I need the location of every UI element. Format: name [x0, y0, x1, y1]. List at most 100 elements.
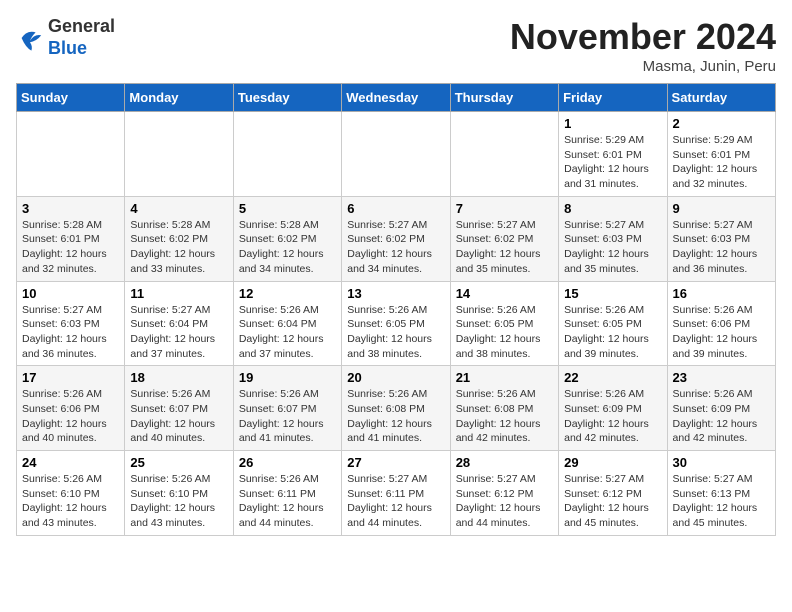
calendar-cell — [125, 112, 233, 197]
calendar-header-saturday: Saturday — [667, 84, 775, 112]
day-number: 22 — [564, 370, 661, 385]
day-number: 14 — [456, 286, 553, 301]
calendar-table: SundayMondayTuesdayWednesdayThursdayFrid… — [16, 83, 776, 536]
day-info: Sunrise: 5:27 AM Sunset: 6:04 PM Dayligh… — [130, 303, 227, 362]
day-number: 17 — [22, 370, 119, 385]
calendar-cell: 16 Sunrise: 5:26 AM Sunset: 6:06 PM Dayli… — [667, 281, 775, 366]
day-number: 8 — [564, 201, 661, 216]
day-number: 27 — [347, 455, 444, 470]
day-info: Sunrise: 5:26 AM Sunset: 6:08 PM Dayligh… — [347, 387, 444, 446]
calendar-header-tuesday: Tuesday — [233, 84, 341, 112]
day-info: Sunrise: 5:26 AM Sunset: 6:06 PM Dayligh… — [673, 303, 770, 362]
calendar-cell — [17, 112, 125, 197]
day-info: Sunrise: 5:26 AM Sunset: 6:05 PM Dayligh… — [347, 303, 444, 362]
day-number: 24 — [22, 455, 119, 470]
day-number: 3 — [22, 201, 119, 216]
day-info: Sunrise: 5:28 AM Sunset: 6:02 PM Dayligh… — [239, 218, 336, 277]
day-info: Sunrise: 5:26 AM Sunset: 6:05 PM Dayligh… — [564, 303, 661, 362]
day-number: 25 — [130, 455, 227, 470]
calendar-cell: 24 Sunrise: 5:26 AM Sunset: 6:10 PM Dayli… — [17, 451, 125, 536]
calendar-week-2: 10 Sunrise: 5:27 AM Sunset: 6:03 PM Dayli… — [17, 281, 776, 366]
day-info: Sunrise: 5:26 AM Sunset: 6:11 PM Dayligh… — [239, 472, 336, 531]
day-info: Sunrise: 5:26 AM Sunset: 6:10 PM Dayligh… — [22, 472, 119, 531]
calendar-cell: 26 Sunrise: 5:26 AM Sunset: 6:11 PM Dayli… — [233, 451, 341, 536]
calendar-cell: 23 Sunrise: 5:26 AM Sunset: 6:09 PM Dayli… — [667, 366, 775, 451]
calendar-week-1: 3 Sunrise: 5:28 AM Sunset: 6:01 PM Daylig… — [17, 196, 776, 281]
calendar-cell — [342, 112, 450, 197]
day-number: 9 — [673, 201, 770, 216]
calendar-cell: 20 Sunrise: 5:26 AM Sunset: 6:08 PM Dayli… — [342, 366, 450, 451]
calendar-cell: 14 Sunrise: 5:26 AM Sunset: 6:05 PM Dayli… — [450, 281, 558, 366]
calendar-cell: 13 Sunrise: 5:26 AM Sunset: 6:05 PM Dayli… — [342, 281, 450, 366]
day-info: Sunrise: 5:26 AM Sunset: 6:04 PM Dayligh… — [239, 303, 336, 362]
calendar-cell: 19 Sunrise: 5:26 AM Sunset: 6:07 PM Dayli… — [233, 366, 341, 451]
calendar-cell: 21 Sunrise: 5:26 AM Sunset: 6:08 PM Dayli… — [450, 366, 558, 451]
day-number: 26 — [239, 455, 336, 470]
calendar-cell: 5 Sunrise: 5:28 AM Sunset: 6:02 PM Daylig… — [233, 196, 341, 281]
calendar-header-monday: Monday — [125, 84, 233, 112]
calendar-cell: 22 Sunrise: 5:26 AM Sunset: 6:09 PM Dayli… — [559, 366, 667, 451]
day-info: Sunrise: 5:26 AM Sunset: 6:07 PM Dayligh… — [239, 387, 336, 446]
logo-general: General — [48, 16, 115, 38]
day-info: Sunrise: 5:26 AM Sunset: 6:08 PM Dayligh… — [456, 387, 553, 446]
logo-bird-icon — [16, 24, 44, 52]
day-number: 6 — [347, 201, 444, 216]
day-info: Sunrise: 5:27 AM Sunset: 6:03 PM Dayligh… — [673, 218, 770, 277]
day-info: Sunrise: 5:26 AM Sunset: 6:09 PM Dayligh… — [673, 387, 770, 446]
day-info: Sunrise: 5:27 AM Sunset: 6:12 PM Dayligh… — [456, 472, 553, 531]
calendar-body: 1Sunrise: 5:29 AM Sunset: 6:01 PM Daylig… — [17, 112, 776, 536]
calendar-header-thursday: Thursday — [450, 84, 558, 112]
day-number: 12 — [239, 286, 336, 301]
day-number: 13 — [347, 286, 444, 301]
day-info: Sunrise: 5:28 AM Sunset: 6:01 PM Dayligh… — [22, 218, 119, 277]
day-info: Sunrise: 5:26 AM Sunset: 6:10 PM Dayligh… — [130, 472, 227, 531]
day-info: Sunrise: 5:26 AM Sunset: 6:05 PM Dayligh… — [456, 303, 553, 362]
page-header: General Blue November 2024 Masma, Junin,… — [16, 16, 776, 75]
calendar-cell: 1Sunrise: 5:29 AM Sunset: 6:01 PM Daylig… — [559, 112, 667, 197]
location: Masma, Junin, Peru — [510, 58, 776, 75]
calendar-cell: 6 Sunrise: 5:27 AM Sunset: 6:02 PM Daylig… — [342, 196, 450, 281]
month-title: November 2024 — [510, 16, 776, 58]
calendar-cell: 17 Sunrise: 5:26 AM Sunset: 6:06 PM Dayli… — [17, 366, 125, 451]
calendar-cell: 15 Sunrise: 5:26 AM Sunset: 6:05 PM Dayli… — [559, 281, 667, 366]
day-info: Sunrise: 5:29 AM Sunset: 6:01 PM Dayligh… — [564, 133, 661, 192]
calendar-week-3: 17 Sunrise: 5:26 AM Sunset: 6:06 PM Dayli… — [17, 366, 776, 451]
calendar-cell: 10 Sunrise: 5:27 AM Sunset: 6:03 PM Dayli… — [17, 281, 125, 366]
day-number: 28 — [456, 455, 553, 470]
day-number: 29 — [564, 455, 661, 470]
day-number: 5 — [239, 201, 336, 216]
day-number: 16 — [673, 286, 770, 301]
day-info: Sunrise: 5:27 AM Sunset: 6:11 PM Dayligh… — [347, 472, 444, 531]
day-number: 18 — [130, 370, 227, 385]
day-number: 2 — [673, 116, 770, 131]
day-number: 21 — [456, 370, 553, 385]
calendar-header-row: SundayMondayTuesdayWednesdayThursdayFrid… — [17, 84, 776, 112]
calendar-cell: 28 Sunrise: 5:27 AM Sunset: 6:12 PM Dayli… — [450, 451, 558, 536]
day-info: Sunrise: 5:27 AM Sunset: 6:03 PM Dayligh… — [564, 218, 661, 277]
calendar-week-4: 24 Sunrise: 5:26 AM Sunset: 6:10 PM Dayli… — [17, 451, 776, 536]
day-info: Sunrise: 5:26 AM Sunset: 6:09 PM Dayligh… — [564, 387, 661, 446]
logo: General Blue — [16, 16, 115, 59]
day-number: 19 — [239, 370, 336, 385]
calendar-header-sunday: Sunday — [17, 84, 125, 112]
day-info: Sunrise: 5:27 AM Sunset: 6:13 PM Dayligh… — [673, 472, 770, 531]
calendar-cell: 7Sunrise: 5:27 AM Sunset: 6:02 PM Daylig… — [450, 196, 558, 281]
calendar-header-friday: Friday — [559, 84, 667, 112]
day-number: 20 — [347, 370, 444, 385]
calendar-cell: 18Sunrise: 5:26 AM Sunset: 6:07 PM Dayli… — [125, 366, 233, 451]
day-number: 15 — [564, 286, 661, 301]
calendar-cell — [233, 112, 341, 197]
day-info: Sunrise: 5:27 AM Sunset: 6:03 PM Dayligh… — [22, 303, 119, 362]
day-info: Sunrise: 5:27 AM Sunset: 6:12 PM Dayligh… — [564, 472, 661, 531]
logo-blue: Blue — [48, 38, 115, 60]
title-block: November 2024 Masma, Junin, Peru — [510, 16, 776, 75]
calendar-cell: 3 Sunrise: 5:28 AM Sunset: 6:01 PM Daylig… — [17, 196, 125, 281]
day-info: Sunrise: 5:28 AM Sunset: 6:02 PM Dayligh… — [130, 218, 227, 277]
calendar-header-wednesday: Wednesday — [342, 84, 450, 112]
calendar-cell: 2Sunrise: 5:29 AM Sunset: 6:01 PM Daylig… — [667, 112, 775, 197]
day-info: Sunrise: 5:26 AM Sunset: 6:06 PM Dayligh… — [22, 387, 119, 446]
day-number: 10 — [22, 286, 119, 301]
day-info: Sunrise: 5:27 AM Sunset: 6:02 PM Dayligh… — [347, 218, 444, 277]
day-number: 23 — [673, 370, 770, 385]
calendar-cell: 4Sunrise: 5:28 AM Sunset: 6:02 PM Daylig… — [125, 196, 233, 281]
